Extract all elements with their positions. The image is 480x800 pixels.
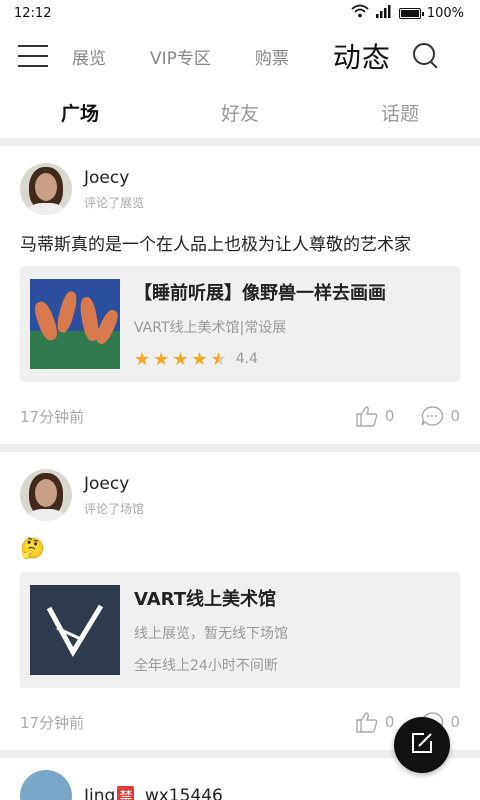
user-info: Joecy 评论了展览 — [84, 168, 144, 211]
avatar[interactable] — [20, 163, 72, 215]
user-name[interactable]: Jing 禁 _wx15446 — [84, 786, 223, 800]
post-actions: 0 0 — [329, 405, 460, 427]
status-time: 12:12 — [14, 5, 52, 21]
ban-badge: 禁 — [117, 786, 135, 800]
like-icon — [355, 405, 379, 427]
tab-topics[interactable]: 话题 — [320, 99, 480, 126]
post-text: 🤔 — [20, 536, 45, 560]
card-title: VART线上美术馆 — [134, 589, 276, 610]
avatar[interactable] — [20, 770, 72, 800]
like-icon — [355, 711, 379, 733]
like-count: 0 — [384, 407, 395, 425]
comment-count: 0 — [450, 713, 460, 731]
card-title: 【睡前听展】像野兽一样去画画 — [134, 282, 386, 304]
post-header: Joecy 评论了场馆 — [20, 468, 460, 522]
card-body: 【睡前听展】像野兽一样去画画 VART线上美术馆|常设展 ★ ★ ★ ★ ★ 4… — [134, 279, 386, 370]
post-time: 17分钟前 — [20, 407, 85, 426]
menu-icon[interactable] — [18, 45, 48, 67]
rating-value: 4.4 — [235, 351, 258, 367]
card-body: VART线上美术馆 线上展览，暂无线下场馆 全年线上24小时不间断 — [134, 585, 288, 675]
feed-post: Joecy 评论了场馆 🤔 VART线上美术馆 线上展览，暂无线下场馆 全年线上… — [0, 452, 480, 750]
status-bar: 12:12 100% — [0, 0, 480, 26]
like-count: 0 — [384, 713, 395, 731]
comment-button[interactable]: 0 — [420, 405, 460, 427]
post-footer: 17分钟前 0 0 — [20, 388, 460, 444]
divider — [0, 138, 480, 146]
top-nav: 展览 VIP专区 购票 动态 — [0, 26, 480, 86]
post-time: 17分钟前 — [20, 713, 85, 732]
tab-friends[interactable]: 好友 — [160, 99, 320, 126]
wifi-icon — [351, 4, 369, 22]
rating: ★ ★ ★ ★ ★ 4.4 — [134, 349, 386, 370]
user-action: 评论了场馆 — [84, 501, 145, 516]
compose-button[interactable] — [394, 717, 450, 773]
star-icon: ★ — [153, 348, 170, 370]
comment-icon — [420, 405, 444, 427]
like-button[interactable]: 0 — [355, 711, 395, 733]
nav-feed[interactable]: 动态 — [333, 36, 391, 76]
battery-percent: 100% — [426, 5, 464, 21]
card-subtitle: VART线上美术馆|常设展 — [134, 319, 287, 336]
like-button[interactable]: 0 — [355, 405, 395, 427]
half-star-icon: ★ — [210, 348, 227, 370]
user-name[interactable]: Joecy — [84, 474, 144, 494]
post-header: Joecy 评论了展览 — [20, 162, 460, 216]
user-action: 评论了展览 — [84, 195, 145, 210]
user-info: Joecy 评论了场馆 — [84, 474, 144, 517]
exhibition-card[interactable]: 【睡前听展】像野兽一样去画画 VART线上美术馆|常设展 ★ ★ ★ ★ ★ 4… — [20, 266, 460, 382]
star-icon: ★ — [134, 348, 151, 370]
nav-vip[interactable]: VIP专区 — [150, 44, 211, 69]
exhibition-thumbnail — [30, 279, 120, 369]
star-icon: ★ — [172, 348, 189, 370]
tab-square[interactable]: 广场 — [0, 99, 160, 126]
vart-logo — [30, 585, 120, 675]
user-name[interactable]: Joecy — [84, 168, 144, 188]
battery-icon — [398, 7, 424, 19]
nav-tickets[interactable]: 购票 — [255, 44, 289, 69]
post-text: 马蒂斯真的是一个在人品上也极为让人尊敬的艺术家 — [20, 235, 411, 255]
avatar[interactable] — [20, 469, 72, 521]
edit-icon — [410, 731, 434, 759]
search-icon[interactable] — [412, 43, 439, 69]
venue-card[interactable]: VART线上美术馆 线上展览，暂无线下场馆 全年线上24小时不间断 — [20, 572, 460, 688]
divider — [0, 444, 480, 452]
nav-exhibitions[interactable]: 展览 — [72, 44, 106, 69]
status-icons: 100% — [351, 4, 464, 22]
sub-tabs: 广场 好友 话题 — [0, 86, 480, 138]
card-subtitle-2: 全年线上24小时不间断 — [134, 658, 278, 674]
comment-count: 0 — [450, 407, 460, 425]
signal-icon — [375, 4, 393, 22]
card-subtitle: 线上展览，暂无线下场馆 — [134, 626, 288, 642]
star-icon: ★ — [191, 348, 208, 370]
feed-post: Joecy 评论了展览 马蒂斯真的是一个在人品上也极为让人尊敬的艺术家 【睡前听… — [0, 146, 480, 444]
